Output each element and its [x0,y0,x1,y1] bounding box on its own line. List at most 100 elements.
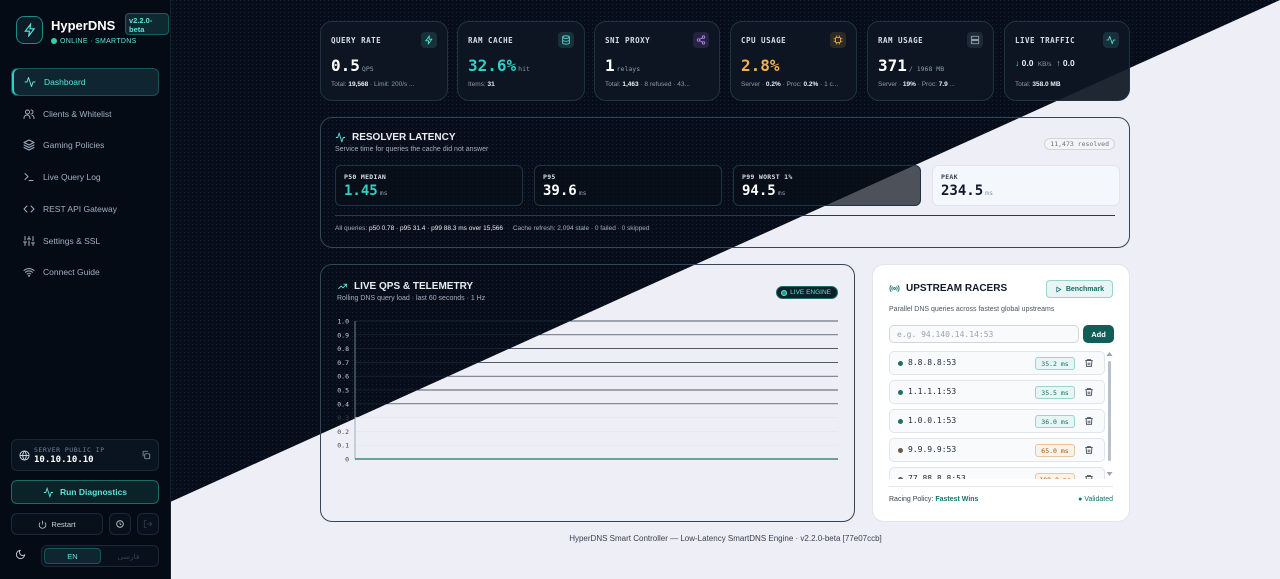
live-qps-card: LIVE QPS & TELEMETRY Rolling DNS query l… [320,264,855,522]
add-upstream-button[interactable]: Add [1083,325,1114,343]
trash-icon[interactable] [1084,445,1094,455]
y-tick-label: 0.1 [337,442,349,450]
upstream-divider [889,486,1113,487]
policy-label: Racing Policy: [889,496,934,503]
latency-divider [335,215,1115,216]
resolved-count-badge: 11,473 resolved [1044,138,1115,150]
sidebar-item-clients-whitelist[interactable]: Clients & Whitelist [11,100,159,128]
upstream-racers-card: UPSTREAM RACERS Benchmark Parallel DNS q… [872,264,1130,522]
racer-row[interactable]: 1.1.1.1:53 35.5 ms [889,380,1105,404]
latency-label: P95 [543,173,556,181]
latency-box-p99-worst-1: P99 WORST 1% 94.5 ms [733,165,921,206]
logout-button[interactable] [137,513,159,535]
racer-scrollbar[interactable] [1106,351,1113,479]
radio-signal-icon [889,284,900,293]
trash-icon[interactable] [1084,358,1094,368]
layers-icon [23,139,35,151]
benchmark-button[interactable]: Benchmark [1045,280,1113,298]
page-footer: HyperDNS Smart Controller — Low-Latency … [569,534,882,543]
stat-icon-wrap [558,32,574,48]
sidebar-item-label: REST API Gateway [43,203,118,214]
globe-icon [19,450,30,461]
sidebar-item-gaming-policies[interactable]: Gaming Policies [11,131,159,159]
resolver-latency-card: RESOLVER LATENCY Service time for querie… [320,117,1130,248]
sidebar: HyperDNS v2.2.0-beta ONLINE · SMARTDNS D… [0,0,171,579]
latency-label: PEAK [941,173,958,181]
upload-rate: 0.0 [1062,58,1075,68]
racer-address: 77.88.8.8:53 [908,474,966,479]
scroll-down-icon[interactable] [1106,471,1113,477]
scroll-up-icon[interactable] [1106,351,1113,357]
racer-row[interactable]: 8.8.8.8:53 35.2 ms [889,351,1105,375]
bolt-icon [425,35,433,45]
brand: HyperDNS v2.2.0-beta ONLINE · SMARTDNS [16,13,169,48]
lang-fa-option[interactable]: فارسی [101,548,156,564]
trash-icon[interactable] [1084,474,1094,479]
sliders-icon [23,235,35,246]
sidebar-item-dashboard[interactable]: Dashboard [11,68,159,96]
latency-footer: All queries: p50 0.78 · p95 31.4 · p99 8… [335,225,649,232]
latency-header: RESOLVER LATENCY [335,132,456,143]
racer-status-dot-icon [898,390,903,395]
racer-row[interactable]: 77.88.8.8:53 108.0 ms [889,467,1105,479]
trash-icon[interactable] [1084,387,1094,397]
y-tick-label: 0.8 [337,345,349,353]
sidebar-item-rest-api-gateway[interactable]: REST API Gateway [11,195,159,223]
y-tick-label: 0.7 [337,359,349,367]
bolt-logo-icon [16,16,43,44]
racer-row[interactable]: 1.0.0.1:53 36.0 ms [889,409,1105,433]
download-rate: 0.0 [1021,58,1034,68]
sidebar-item-settings-ssl[interactable]: Settings & SSL [11,227,159,255]
racer-latency-badge: 36.0 ms [1035,415,1075,428]
sidebar-item-label: Settings & SSL [43,235,101,246]
racer-latency-badge: 35.2 ms [1035,357,1075,370]
stat-value: 32.6% hit [468,56,530,75]
share-icon [696,35,706,45]
latency-description: Service time for queries the cache did n… [335,146,489,153]
trend-icon [1106,35,1116,45]
stat-subtext: Items: 31 [468,81,495,88]
sidebar-item-live-query-log[interactable]: Live Query Log [11,163,159,191]
code-icon [23,205,35,213]
y-tick-label: 0.3 [337,414,349,422]
stat-subtext: Total: 1,463 · 8 refused · 43... [605,81,690,88]
racer-list[interactable]: 8.8.8.8:53 35.2 ms 1.1.1.1:53 35.5 ms 1.0.0.… [889,351,1105,479]
latency-footer-cache: Cache refresh: 2,094 stale · 0 failed · … [512,225,650,232]
copy-icon[interactable] [141,450,151,460]
y-tick-label: 0.2 [337,428,349,436]
stat-value: 1 relays [605,56,641,75]
play-icon [1056,286,1062,292]
restart-label: Restart [51,519,76,529]
sidebar-item-label: Dashboard [44,77,86,87]
racer-status-dot-icon [898,419,903,424]
cpu-icon [833,35,843,45]
racer-latency-badge: 65.0 ms [1035,444,1075,457]
lang-en-option[interactable]: EN [44,548,101,564]
trash-icon[interactable] [1084,416,1094,426]
scrollbar-thumb[interactable] [1108,361,1111,461]
refresh-button[interactable] [109,513,131,535]
status-dot-icon [51,38,57,44]
racer-latency-badge: 35.5 ms [1035,386,1075,399]
racer-address: 9.9.9.9:53 [908,445,957,454]
run-diagnostics-button[interactable]: Run Diagnostics [11,480,159,504]
upstream-address-input[interactable] [889,325,1079,343]
sidebar-item-label: Live Query Log [43,172,101,183]
latency-value: 1.45 ms [344,183,388,199]
stat-subtext: Total: 358.0 MB [1015,81,1061,88]
racer-row[interactable]: 9.9.9.9:53 65.0 ms [889,438,1105,462]
server-ip-value: 10.10.10.10 [34,455,94,465]
stat-title: LIVE TRAFFIC [1015,36,1076,45]
stat-subtext: Server · 19% · Proc: 7.9 ... [878,81,955,88]
sidebar-item-connect-guide[interactable]: Connect Guide [11,258,159,286]
restart-button[interactable]: Restart [11,513,103,535]
moon-icon[interactable] [15,549,26,560]
status-indicator: ONLINE · SMARTDNS [51,38,137,45]
y-tick-label: 0.5 [337,387,349,395]
racing-policy: Racing Policy: Fastest Wins [889,496,978,503]
stat-icon-wrap [967,32,983,48]
latency-label: P99 WORST 1% [742,173,793,181]
racer-address: 1.1.1.1:53 [908,387,957,396]
activity-icon [335,132,346,143]
latency-title: RESOLVER LATENCY [352,132,456,143]
